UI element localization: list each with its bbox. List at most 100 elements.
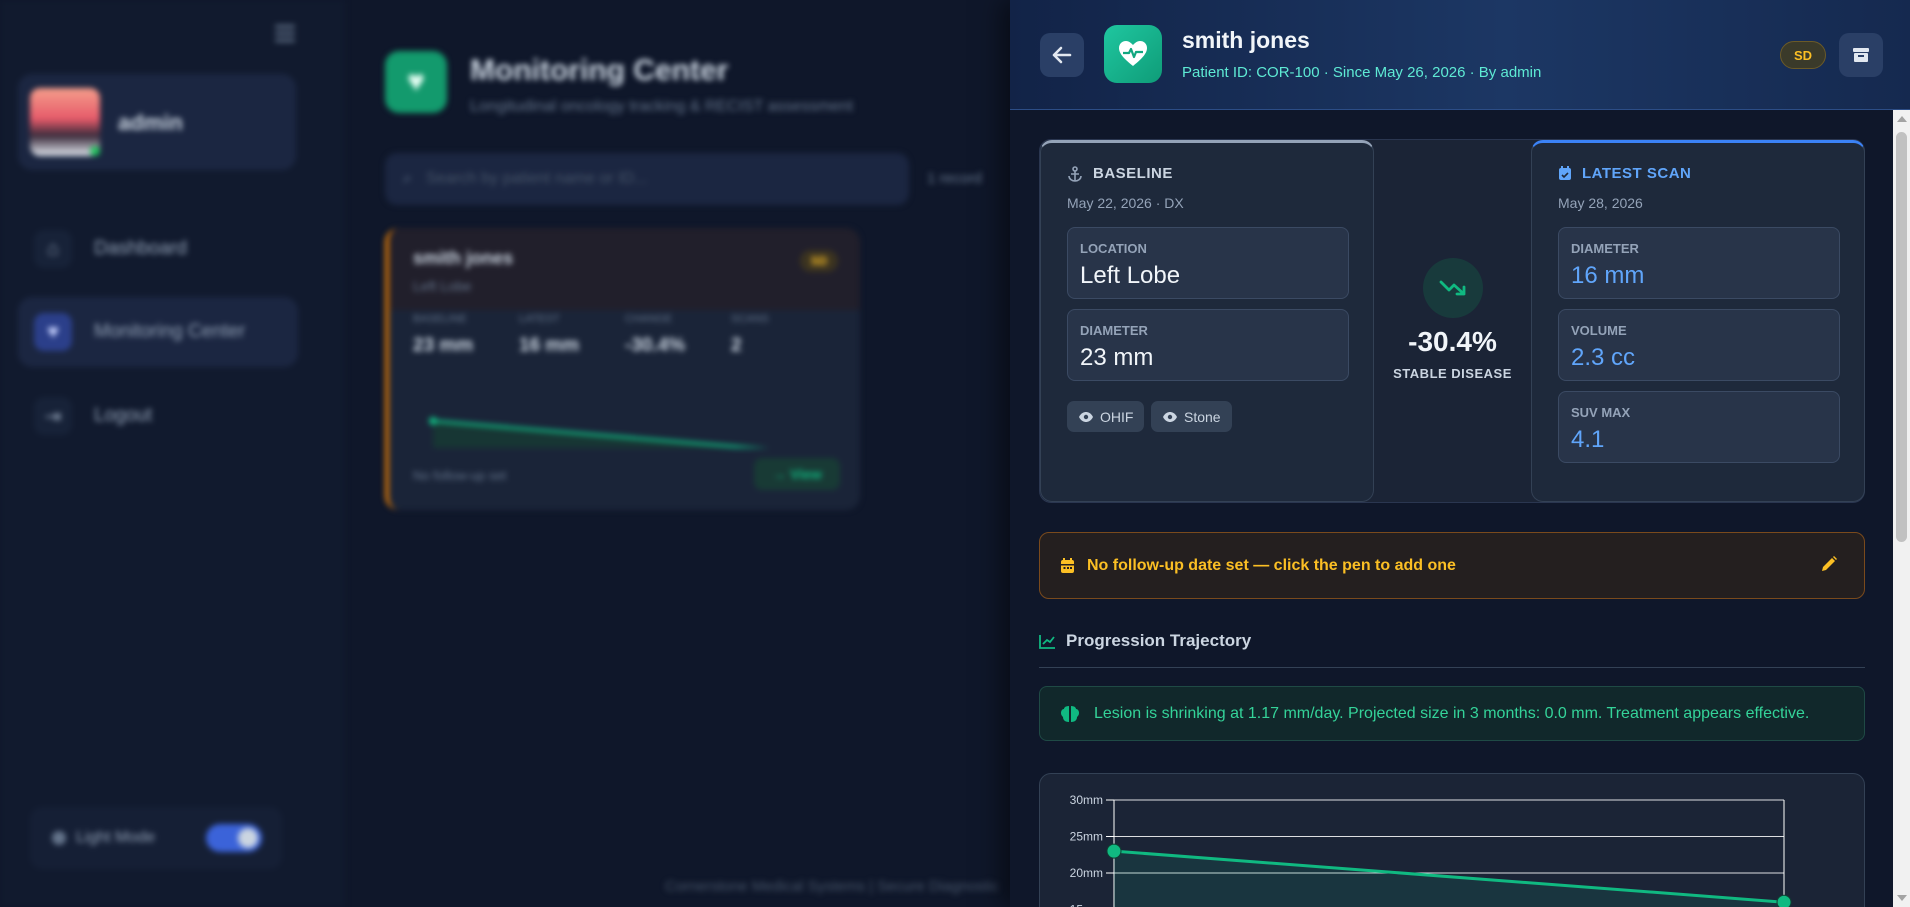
sidebar-item-label: Monitoring Center — [94, 321, 246, 342]
eye-icon — [1079, 411, 1093, 422]
stat-value: 16 mm — [519, 335, 580, 356]
trajectory-chart: 30mm 25mm 20mm 15mm — [1070, 793, 1792, 907]
latest-heading: LATEST SCAN — [1582, 165, 1692, 182]
calendar-check-icon — [1559, 166, 1571, 180]
percent-change: -30.4% — [1408, 326, 1497, 357]
search-icon: ⌕ — [403, 170, 412, 187]
trajectory-section-title: Progression Trajectory — [1039, 631, 1251, 651]
field-value: 16 mm — [1571, 262, 1645, 289]
patient-meta: Patient ID: COR-100 · Since May 26, 2026… — [1182, 64, 1542, 81]
sidebar: admin ⌂ Dashboard ♥ Monitoring Center ⇥ … — [0, 0, 345, 907]
y-tick-label: 25mm — [1070, 830, 1103, 844]
patient-card-followup: No follow-up set — [413, 468, 507, 483]
followup-banner: No follow-up date set — click the pen to… — [1039, 532, 1865, 599]
archive-icon — [1853, 48, 1869, 62]
brain-icon — [1061, 705, 1079, 722]
search-input[interactable]: ⌕ Search by patient name or ID... — [385, 153, 909, 205]
latest-scan-column: LATEST SCAN May 28, 2026 DIAMETER 16 mm … — [1531, 140, 1865, 502]
chart-line-icon — [1039, 634, 1055, 649]
page-title: Monitoring Center — [470, 54, 729, 87]
heart-pulse-icon — [1104, 25, 1162, 83]
theme-switch[interactable] — [206, 824, 262, 852]
sidebar-item-monitoring-center[interactable]: ♥ Monitoring Center — [18, 297, 298, 367]
sidebar-item-dashboard[interactable]: ⌂ Dashboard — [18, 214, 298, 284]
latest-suv-field: SUV MAX 4.1 — [1558, 391, 1840, 463]
ai-insight-box: Lesion is shrinking at 1.17 mm/day. Proj… — [1039, 686, 1865, 741]
pen-icon[interactable] — [1820, 555, 1838, 573]
panel-scrollbar[interactable] — [1893, 110, 1910, 907]
search-placeholder: Search by patient name or ID... — [425, 170, 648, 187]
sidebar-item-label: Dashboard — [94, 238, 187, 259]
baseline-diameter-field: DIAMETER 23 mm — [1067, 309, 1349, 381]
stat-label: SCANS — [731, 313, 769, 325]
scan-comparison: BASELINE May 22, 2026 · DX LOCATION Left… — [1039, 139, 1865, 503]
status-badge: SD — [1780, 41, 1826, 69]
patient-card-name: smith jones — [413, 248, 514, 268]
field-value: 4.1 — [1571, 426, 1605, 453]
stat-label: CHANGE — [625, 313, 673, 325]
data-point — [1776, 894, 1792, 907]
divider — [1039, 667, 1865, 668]
y-tick-label: 20mm — [1070, 866, 1103, 880]
heart-pulse-icon: ♥ — [385, 51, 447, 113]
page-subtitle: Longitudinal oncology tracking & RECIST … — [470, 98, 854, 115]
followup-text: No follow-up date set — click the pen to… — [1087, 556, 1456, 574]
field-value: Left Lobe — [1080, 262, 1181, 289]
baseline-date: May 22, 2026 · DX — [1067, 195, 1184, 211]
field-label: VOLUME — [1571, 323, 1627, 338]
latest-volume-field: VOLUME 2.3 cc — [1558, 309, 1840, 381]
stat-value: -30.4% — [625, 335, 686, 356]
patient-card[interactable]: smith jones Left Lobe SD BASELINE 23 mm L… — [385, 228, 860, 510]
baseline-column: BASELINE May 22, 2026 · DX LOCATION Left… — [1040, 140, 1374, 502]
hamburger-menu-icon[interactable] — [275, 25, 295, 45]
patient-detail-panel: smith jones Patient ID: COR-100 · Since … — [1010, 0, 1910, 907]
scroll-down-arrow[interactable] — [1897, 895, 1907, 901]
view-button-label: View — [790, 466, 822, 482]
view-button[interactable]: → View — [754, 458, 840, 490]
sidebar-item-label: Logout — [94, 405, 153, 426]
online-status-dot — [90, 146, 100, 156]
sidebar-item-logout[interactable]: ⇥ Logout — [18, 381, 298, 451]
stat-label: LATEST — [519, 313, 560, 325]
theme-label: Light Mode — [76, 829, 156, 846]
trajectory-chart-card: 30mm 25mm 20mm 15mm — [1039, 773, 1865, 907]
field-label: SUV MAX — [1571, 405, 1631, 420]
footer-text: Cornerstone Medical Systems | Secure Dia… — [665, 878, 1000, 895]
scroll-thumb[interactable] — [1896, 132, 1907, 542]
anchor-icon — [1068, 165, 1082, 182]
stone-viewer-button[interactable]: Stone — [1151, 401, 1232, 432]
theme-toggle[interactable]: Light Mode — [30, 807, 282, 869]
data-point — [1106, 843, 1122, 859]
status-badge: SD — [800, 250, 838, 272]
baseline-location-field: LOCATION Left Lobe — [1067, 227, 1349, 299]
recist-status: STABLE DISEASE — [1393, 366, 1512, 381]
latest-date: May 28, 2026 — [1558, 195, 1643, 211]
logout-icon: ⇥ — [34, 397, 72, 435]
panel-header: smith jones Patient ID: COR-100 · Since … — [1010, 0, 1910, 110]
patient-card-stats: BASELINE 23 mm LATEST 16 mm CHANGE -30.4% S… — [413, 313, 837, 357]
scroll-up-arrow[interactable] — [1897, 116, 1907, 122]
stat-value: 2 — [731, 335, 742, 356]
sun-icon — [52, 831, 66, 845]
stat-label: BASELINE — [413, 313, 467, 325]
field-value: 23 mm — [1080, 344, 1154, 371]
y-tick-label: 15mm — [1070, 903, 1103, 907]
y-tick-label: 30mm — [1070, 793, 1103, 807]
insight-text: Lesion is shrinking at 1.17 mm/day. Proj… — [1094, 704, 1810, 722]
eye-icon — [1163, 411, 1177, 422]
chip-label: Stone — [1184, 408, 1221, 425]
calendar-icon — [1061, 557, 1074, 573]
patient-name: smith jones — [1182, 27, 1310, 53]
back-button[interactable] — [1040, 33, 1084, 77]
archive-button[interactable] — [1839, 33, 1883, 77]
record-count: 1 record — [927, 170, 983, 187]
baseline-heading: BASELINE — [1093, 165, 1173, 182]
ohif-viewer-button[interactable]: OHIF — [1067, 401, 1145, 432]
field-label: DIAMETER — [1571, 241, 1639, 256]
patient-card-sparkline — [429, 417, 823, 448]
chip-label: OHIF — [1100, 408, 1134, 425]
field-value: 2.3 cc — [1571, 344, 1636, 371]
trend-down-icon — [1423, 258, 1483, 318]
change-summary: -30.4% STABLE DISEASE — [1374, 140, 1531, 502]
field-label: LOCATION — [1080, 241, 1147, 256]
